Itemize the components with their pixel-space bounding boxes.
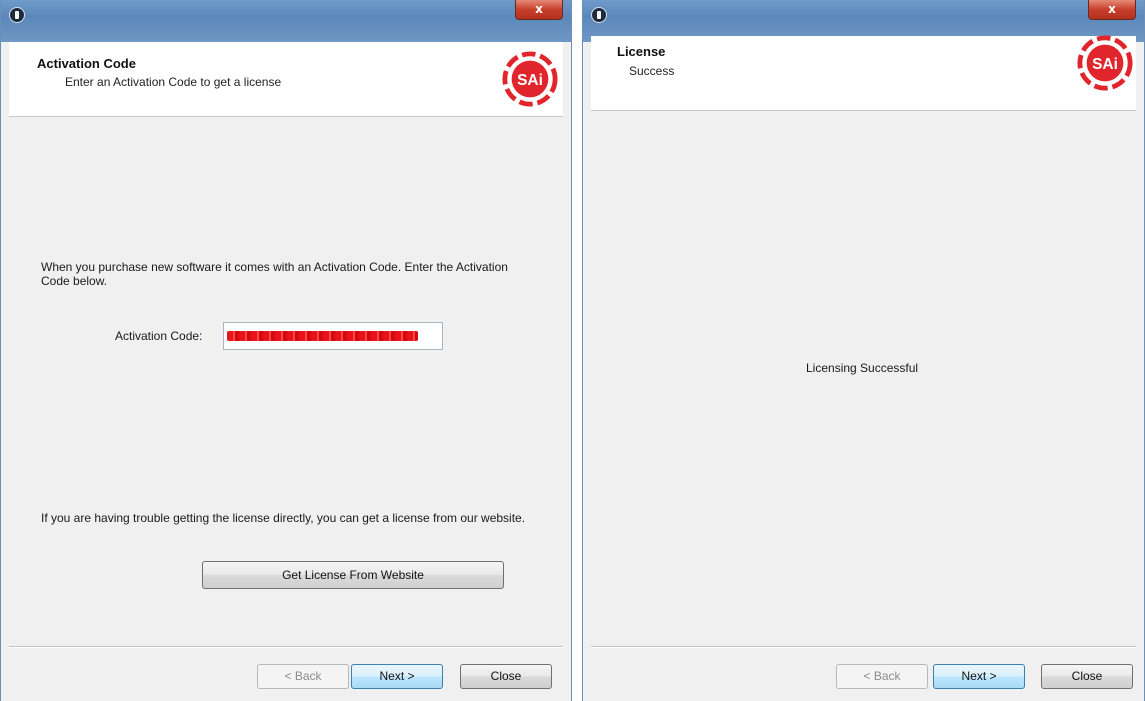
- close-button[interactable]: Close: [1041, 664, 1133, 689]
- close-window-button[interactable]: x: [1088, 0, 1136, 20]
- get-license-from-website-button[interactable]: Get License From Website: [202, 561, 504, 589]
- next-button[interactable]: Next >: [933, 664, 1025, 689]
- page-title: Activation Code: [37, 56, 136, 71]
- close-button[interactable]: Close: [460, 664, 552, 689]
- next-button[interactable]: Next >: [351, 664, 443, 689]
- dialog-header: Activation Code Enter an Activation Code…: [9, 42, 563, 117]
- title-bar[interactable]: x: [1, 0, 571, 42]
- trouble-text: If you are having trouble getting the li…: [41, 511, 526, 525]
- redacted-value: [227, 331, 418, 341]
- download-circle-icon: [591, 7, 607, 23]
- activation-code-dialog: x Activation Code Enter an Activation Co…: [0, 0, 572, 701]
- download-circle-icon: [9, 7, 25, 23]
- sai-logo: SAi: [502, 51, 558, 107]
- page-subtitle: Enter an Activation Code to get a licens…: [65, 75, 282, 89]
- logo-text: SAi: [1092, 56, 1118, 73]
- page-title: License: [617, 44, 666, 59]
- page-subtitle: Success: [629, 64, 675, 78]
- back-button[interactable]: < Back: [257, 664, 349, 689]
- back-button[interactable]: < Back: [836, 664, 928, 689]
- footer-separator: [9, 646, 563, 647]
- close-window-button[interactable]: x: [515, 0, 563, 20]
- logo-text: SAi: [517, 72, 543, 89]
- footer-separator: [591, 646, 1136, 647]
- success-message: Licensing Successful: [806, 361, 919, 375]
- license-success-dialog: x License Success SAi Licensing Successf…: [582, 0, 1145, 701]
- dialog-header: License Success SAi: [591, 35, 1136, 111]
- sai-logo: SAi: [1077, 35, 1133, 91]
- dialog-body: [591, 111, 1136, 701]
- intro-text: When you purchase new software it comes …: [41, 260, 508, 288]
- activation-code-input[interactable]: [223, 322, 443, 350]
- activation-code-label: Activation Code:: [115, 329, 203, 343]
- dialog-body: [9, 117, 563, 701]
